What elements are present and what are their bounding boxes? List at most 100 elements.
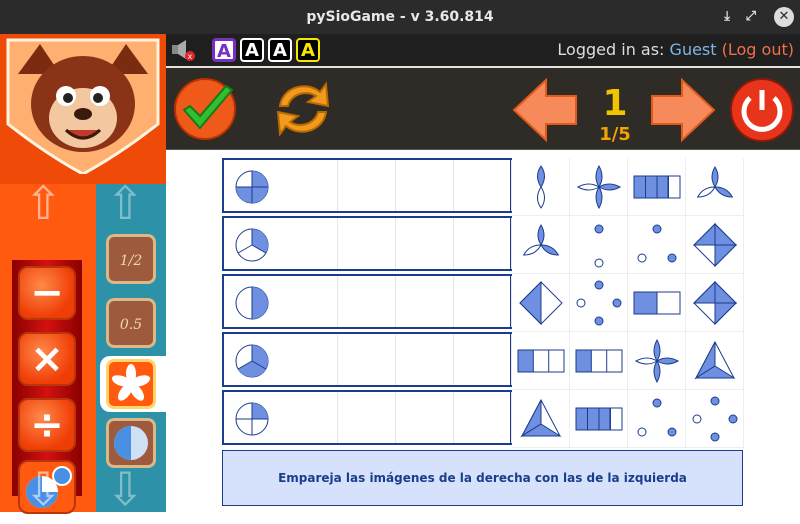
four-petal-icon	[634, 338, 680, 384]
half-circle-tile-button[interactable]	[106, 418, 156, 468]
divide-button[interactable]: ÷	[18, 398, 76, 452]
draggable-piece[interactable]	[512, 332, 570, 390]
draggable-piece[interactable]	[686, 158, 744, 216]
drop-slot[interactable]	[454, 218, 512, 269]
scroll-up-arrow-icon[interactable]: ⇧	[24, 180, 63, 226]
drop-slot[interactable]	[454, 392, 512, 443]
draggable-piece[interactable]	[686, 274, 744, 332]
font-button-2[interactable]: A	[240, 38, 264, 62]
three-dots-icon	[637, 224, 677, 263]
mascot-icon	[6, 38, 160, 174]
draggable-piece[interactable]	[570, 390, 628, 448]
multiply-button[interactable]: ×	[18, 332, 76, 386]
draggable-piece[interactable]	[570, 332, 628, 390]
circle-thirds-icon	[235, 228, 269, 262]
draggable-piece[interactable]	[628, 332, 686, 390]
four-petal-icon	[576, 164, 622, 210]
login-status: Logged in as: Guest (Log out)	[557, 40, 794, 59]
subtract-button[interactable]: −	[18, 266, 76, 320]
draggable-piece[interactable]	[628, 158, 686, 216]
three-dots-icon	[637, 398, 677, 437]
speaker-muted-icon[interactable]: x	[170, 38, 196, 62]
draggable-piece[interactable]	[512, 158, 570, 216]
flower-tile-button[interactable]	[106, 359, 156, 409]
draggable-piece[interactable]	[570, 158, 628, 216]
drop-slot[interactable]	[338, 218, 396, 269]
target-row[interactable]	[222, 158, 512, 213]
next-arrow-icon[interactable]	[650, 78, 716, 142]
target-row[interactable]	[222, 332, 512, 387]
drop-slot[interactable]	[280, 334, 338, 385]
font-button-1[interactable]: A	[212, 38, 236, 62]
multiply-label: ×	[30, 336, 64, 382]
font-button-3[interactable]: A	[268, 38, 292, 62]
drop-slot[interactable]	[396, 160, 454, 211]
instruction-text: Empareja las imágenes de la derecha con …	[222, 450, 743, 506]
drop-slot[interactable]	[280, 218, 338, 269]
drop-slot[interactable]	[454, 334, 512, 385]
operations-column: ⇧ − × ÷ ⇩	[0, 180, 96, 514]
sub-scroll-down-arrow-icon[interactable]: ⇩	[106, 466, 145, 512]
login-prefix: Logged in as:	[557, 40, 665, 59]
drop-slot[interactable]	[338, 276, 396, 327]
two-petal-icon	[537, 165, 545, 209]
pieces-grid	[512, 158, 744, 448]
drop-slot[interactable]	[338, 392, 396, 443]
logo[interactable]	[0, 34, 166, 174]
drop-slot[interactable]	[280, 160, 338, 211]
username-link[interactable]: Guest	[670, 40, 717, 59]
draggable-piece[interactable]	[512, 216, 570, 274]
diamond-quarters-icon	[692, 222, 738, 268]
divide-label: ÷	[30, 402, 64, 448]
close-icon[interactable]: ✕	[774, 7, 794, 27]
draggable-piece[interactable]	[686, 216, 744, 274]
fraction-tile-button[interactable]: 1/2 3/4	[106, 234, 156, 317]
previous-arrow-icon[interactable]	[512, 78, 578, 142]
draggable-piece[interactable]	[686, 332, 744, 390]
target-row[interactable]	[222, 390, 512, 445]
draggable-piece[interactable]	[628, 390, 686, 448]
subtract-label: −	[30, 270, 64, 316]
draggable-piece[interactable]	[628, 274, 686, 332]
bar-halves-icon	[633, 291, 681, 315]
triangle-thirds-icon	[694, 340, 736, 380]
sub-scroll-up-arrow-icon[interactable]: ⇧	[106, 180, 145, 226]
triangle-thirds-icon	[520, 398, 562, 438]
logout-link[interactable]: (Log out)	[722, 40, 794, 59]
draggable-piece[interactable]	[512, 390, 570, 448]
drop-slot[interactable]	[396, 334, 454, 385]
draggable-piece[interactable]	[686, 390, 744, 448]
maximize-icon[interactable]: ⤢	[746, 0, 756, 34]
half-circle-icon	[114, 426, 148, 460]
check-icon[interactable]	[172, 76, 238, 142]
drop-slot[interactable]	[454, 160, 512, 211]
diamond-halves-icon	[519, 280, 563, 326]
draggable-piece[interactable]	[570, 274, 628, 332]
decimal-fraction-tile-button[interactable]: 0.5 1/2	[106, 298, 156, 381]
minimize-icon[interactable]: ⤓	[724, 0, 730, 34]
draggable-piece[interactable]	[512, 274, 570, 332]
drop-slot[interactable]	[338, 334, 396, 385]
target-row[interactable]	[222, 274, 512, 329]
bar-quarters-icon	[633, 175, 681, 199]
left-panel: ⇧ − × ÷ ⇩ ⇧ ⇩ 1/2 3/4 0.5 1/2	[0, 34, 166, 514]
scroll-down-arrow-icon[interactable]: ⇩	[24, 466, 63, 512]
power-icon[interactable]	[728, 76, 796, 144]
drop-slot[interactable]	[338, 160, 396, 211]
drop-slot[interactable]	[454, 276, 512, 327]
diamond-quarters-icon	[692, 280, 738, 326]
refresh-icon[interactable]	[270, 76, 336, 142]
drop-slot[interactable]	[280, 276, 338, 327]
circle-thirds-two-icon	[235, 344, 269, 378]
drop-slot[interactable]	[280, 392, 338, 443]
active-tile-tab[interactable]	[100, 356, 166, 412]
font-button-4[interactable]: A	[296, 38, 320, 62]
drop-slot[interactable]	[396, 392, 454, 443]
flower-icon	[111, 364, 151, 401]
drop-slot[interactable]	[396, 276, 454, 327]
drop-slot[interactable]	[396, 218, 454, 269]
target-row[interactable]	[222, 216, 512, 271]
draggable-piece[interactable]	[628, 216, 686, 274]
circle-quarters-icon	[235, 170, 269, 204]
draggable-piece[interactable]	[570, 216, 628, 274]
